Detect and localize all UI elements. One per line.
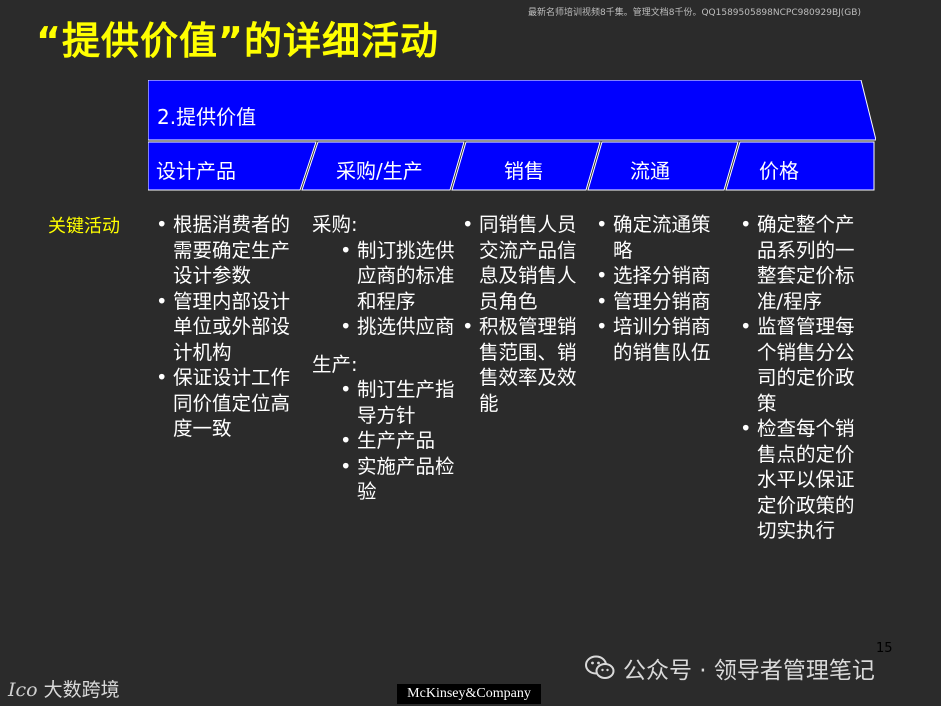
list-item: 选择分销商: [596, 263, 731, 289]
list-item: 检查每个销 售点的定价 水平以保证 定价政策的 切实执行: [740, 416, 880, 544]
mckinsey-logo: McKinsey&Company: [397, 684, 541, 704]
list-item-line: 切实执行: [757, 519, 836, 542]
top-watermark-text: 最新名师培训视频8千集。管理文档8千份。QQ1589505898NCPC9809…: [528, 8, 861, 18]
list-item: 挑选供应商: [340, 314, 462, 340]
list-item: 实施产品检 验: [340, 454, 462, 505]
value-chain-banner: 2.提供价值 设计产品 采购/生产 销售 流通 价格: [148, 80, 876, 192]
segment-label-distribution: 流通: [630, 159, 670, 183]
list-item-line: 积极管理销: [479, 315, 577, 338]
list-item-line: 管理分销商: [613, 289, 711, 313]
list-item-line: 售效率及效: [479, 366, 577, 389]
list-item-line: 需要确定生产: [173, 238, 291, 262]
list-item: 保证设计工作 同价值定位高 度一致: [156, 365, 306, 442]
list-item: 制订生产指 导方针: [340, 377, 462, 428]
procurement-heading: 采购:: [312, 213, 358, 236]
list-item-line: 个销售分公: [757, 340, 855, 364]
list-item-line: 能: [479, 391, 499, 415]
list-item-line: 实施产品检: [357, 454, 455, 478]
list-item-line: 培训分销商: [613, 315, 711, 338]
list-item: 生产产品: [340, 428, 462, 454]
list-item-line: 确定流通策: [613, 213, 711, 236]
list-item: 积极管理销 售范围、销 售效率及效 能: [462, 314, 592, 416]
list-item-line: 制订生产指: [357, 378, 455, 401]
list-item-line: 度一致: [173, 417, 232, 440]
list-item-line: 准/程序: [757, 289, 823, 313]
wechat-account-text: 公众号 · 领导者管理笔记: [623, 658, 875, 684]
list-item-line: 售点的定价: [757, 442, 855, 466]
segment-label-procure: 采购/生产: [336, 159, 423, 183]
production-list: 制订生产指 导方针 生产产品 实施产品检 验: [312, 377, 462, 505]
list-item-line: 息及销售人: [479, 264, 577, 287]
segment-label-sales: 销售: [504, 159, 544, 183]
list-item: 监督管理每 个销售分公 司的定价政 策: [740, 314, 880, 416]
list-item-line: 售范围、销: [479, 340, 577, 364]
column-distribution: 确定流通策 略 选择分销商 管理分销商 培训分销商 的销售队伍: [596, 212, 731, 365]
page-title: “提供价值”的详细活动: [36, 19, 439, 63]
list-item-line: 整套定价标: [757, 264, 855, 287]
list-item: 管理分销商: [596, 289, 731, 315]
list-item-line: 的销售队伍: [613, 340, 711, 364]
banner-segment-pricing: [725, 141, 875, 191]
list-item-line: 计机构: [173, 340, 232, 364]
list-item-line: 挑选供应商: [357, 315, 455, 338]
list-item-line: 制订挑选供: [357, 238, 455, 262]
banner-title: 2.提供价值: [157, 105, 257, 129]
list-item-line: 确定整个产: [757, 213, 855, 236]
list-item-line: 水平以保证: [757, 468, 855, 491]
list-item-line: 司的定价政: [757, 366, 855, 389]
wechat-watermark: 公众号 · 领导者管理笔记: [585, 650, 875, 686]
list-item: 制订挑选供 应商的标准 和程序: [340, 238, 462, 315]
list-item-line: 同销售人员: [479, 213, 577, 236]
list-item-line: 员角色: [479, 289, 538, 313]
watermark-logo-text: 大数跨境: [43, 679, 120, 701]
list-item-line: 策: [757, 391, 777, 415]
list-item-line: 单位或外部设: [173, 315, 291, 338]
list-item-line: 和程序: [357, 289, 416, 313]
list-item: 确定流通策 略: [596, 212, 731, 263]
column-procure: 采购: 制订挑选供 应商的标准 和程序 挑选供应商 生产: 制订生产指 导方针 …: [312, 212, 462, 505]
list-item-line: 品系列的一: [757, 238, 855, 262]
list-item-line: 选择分销商: [613, 264, 711, 287]
list-item: 确定整个产 品系列的一 整套定价标 准/程序: [740, 212, 880, 314]
list-item-line: 根据消费者的: [173, 213, 291, 236]
list-item-line: 检查每个销: [757, 417, 855, 440]
watermark-logo-mark: Ico: [8, 679, 38, 701]
key-activities-label: 关键活动: [48, 216, 120, 237]
list-item: 根据消费者的 需要确定生产 设计参数: [156, 212, 306, 289]
column-sales: 同销售人员 交流产品信 息及销售人 员角色 积极管理销 售范围、销 售效率及效 …: [462, 212, 592, 416]
banner-title-bar: [148, 80, 876, 141]
list-item-line: 监督管理每: [757, 315, 855, 338]
list-item-line: 交流产品信: [479, 238, 577, 262]
list-item-line: 保证设计工作: [173, 366, 291, 389]
wechat-icon: [585, 655, 615, 679]
list-item: 培训分销商 的销售队伍: [596, 314, 731, 365]
watermark-logo: Ico 大数跨境: [8, 675, 120, 702]
column-design: 根据消费者的 需要确定生产 设计参数 管理内部设计 单位或外部设 计机构 保证设…: [156, 212, 306, 442]
segment-label-design: 设计产品: [156, 159, 236, 183]
list-item-line: 定价政策的: [757, 493, 855, 517]
list-item-line: 导方针: [357, 403, 416, 427]
segment-label-pricing: 价格: [759, 159, 799, 183]
list-item-line: 略: [613, 238, 633, 262]
list-item-line: 生产产品: [357, 429, 436, 452]
page-number: 15: [876, 641, 893, 656]
list-item: 管理内部设计 单位或外部设 计机构: [156, 289, 306, 366]
production-heading: 生产:: [312, 352, 358, 376]
column-pricing: 确定整个产 品系列的一 整套定价标 准/程序 监督管理每 个销售分公 司的定价政…: [740, 212, 880, 544]
list-item-line: 设计参数: [173, 264, 252, 287]
list-item: 同销售人员 交流产品信 息及销售人 员角色: [462, 212, 592, 314]
procurement-list: 制订挑选供 应商的标准 和程序 挑选供应商: [312, 238, 462, 340]
list-item-line: 应商的标准: [357, 264, 455, 287]
list-item-line: 同价值定位高: [173, 391, 291, 415]
list-item-line: 管理内部设计: [173, 289, 291, 313]
list-item-line: 验: [357, 480, 377, 503]
